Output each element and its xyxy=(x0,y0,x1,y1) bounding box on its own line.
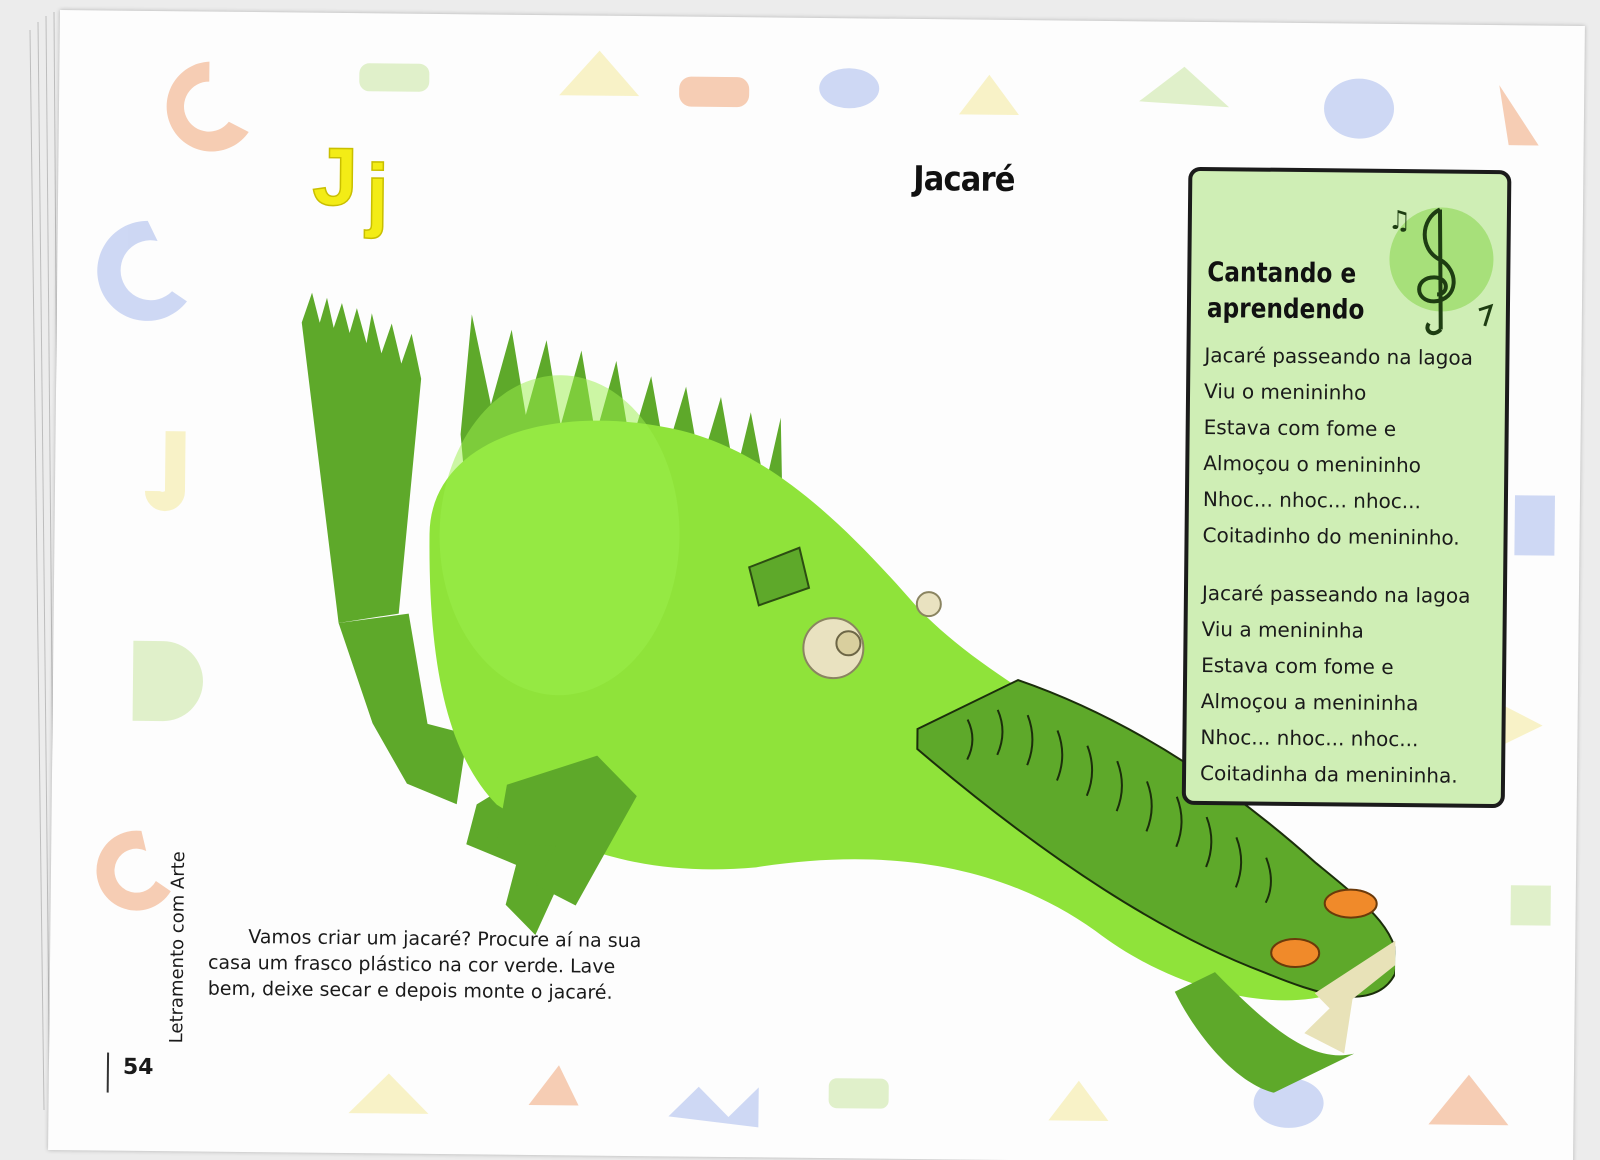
footer-divider xyxy=(106,1052,110,1093)
song-box: ♫ Cantando e aprendendo Jacaré passeando… xyxy=(1181,166,1512,809)
song-heading: Cantando e aprendendo xyxy=(1207,255,1365,329)
lyric-line: Nhoc... nhoc... nhoc... xyxy=(1202,486,1422,514)
lyric-line: Coitadinho do menininho. xyxy=(1202,522,1460,550)
song-heading-line1: Cantando e xyxy=(1207,257,1357,290)
scanned-book-page: J j Jacaré ♫ Cantando e aprendendo Jacar… xyxy=(0,0,1600,1160)
lyric-line: Estava com fome e xyxy=(1201,652,1394,680)
treble-clef-icon: ♫ xyxy=(1388,206,1494,336)
letter-jj-heading: J j xyxy=(311,131,390,240)
lyric-line: Viu o menininho xyxy=(1203,379,1367,405)
activity-instructions: Vamos criar um jacaré? Procure aí na sua… xyxy=(208,924,649,1007)
page-number: 54 xyxy=(122,1054,154,1081)
series-title: Letramento com Arte xyxy=(166,851,190,1044)
song-stanza-1: Jacaré passeando na lagoa Viu o menininh… xyxy=(1202,337,1473,556)
lyric-line: Estava com fome e xyxy=(1203,415,1397,442)
instruction-line: bem, deixe secar e depois monte o jacaré… xyxy=(207,977,613,1004)
book-page: J j Jacaré ♫ Cantando e aprendendo Jacar… xyxy=(48,10,1585,1160)
lyric-line: Nhoc... nhoc... nhoc... xyxy=(1200,724,1419,752)
lyric-line: Jacaré passeando na lagoa xyxy=(1204,343,1474,370)
lyric-line: Jacaré passeando na lagoa xyxy=(1201,580,1471,608)
lyric-line: Viu a menininha xyxy=(1201,616,1365,643)
song-heading-line2: aprendendo xyxy=(1206,293,1365,326)
song-stanza-2: Jacaré passeando na lagoa Viu a menininh… xyxy=(1200,575,1471,794)
music-notes-icon: ♫ xyxy=(1388,206,1412,236)
page-title: Jacaré xyxy=(913,158,1015,201)
letter-lowercase: j xyxy=(364,148,390,239)
lyric-line: Coitadinha da menininha. xyxy=(1199,760,1458,788)
lyric-line: Almoçou a menininha xyxy=(1200,688,1419,716)
letter-uppercase: J xyxy=(312,132,359,223)
lyric-line: Almoçou o menininho xyxy=(1203,450,1422,478)
